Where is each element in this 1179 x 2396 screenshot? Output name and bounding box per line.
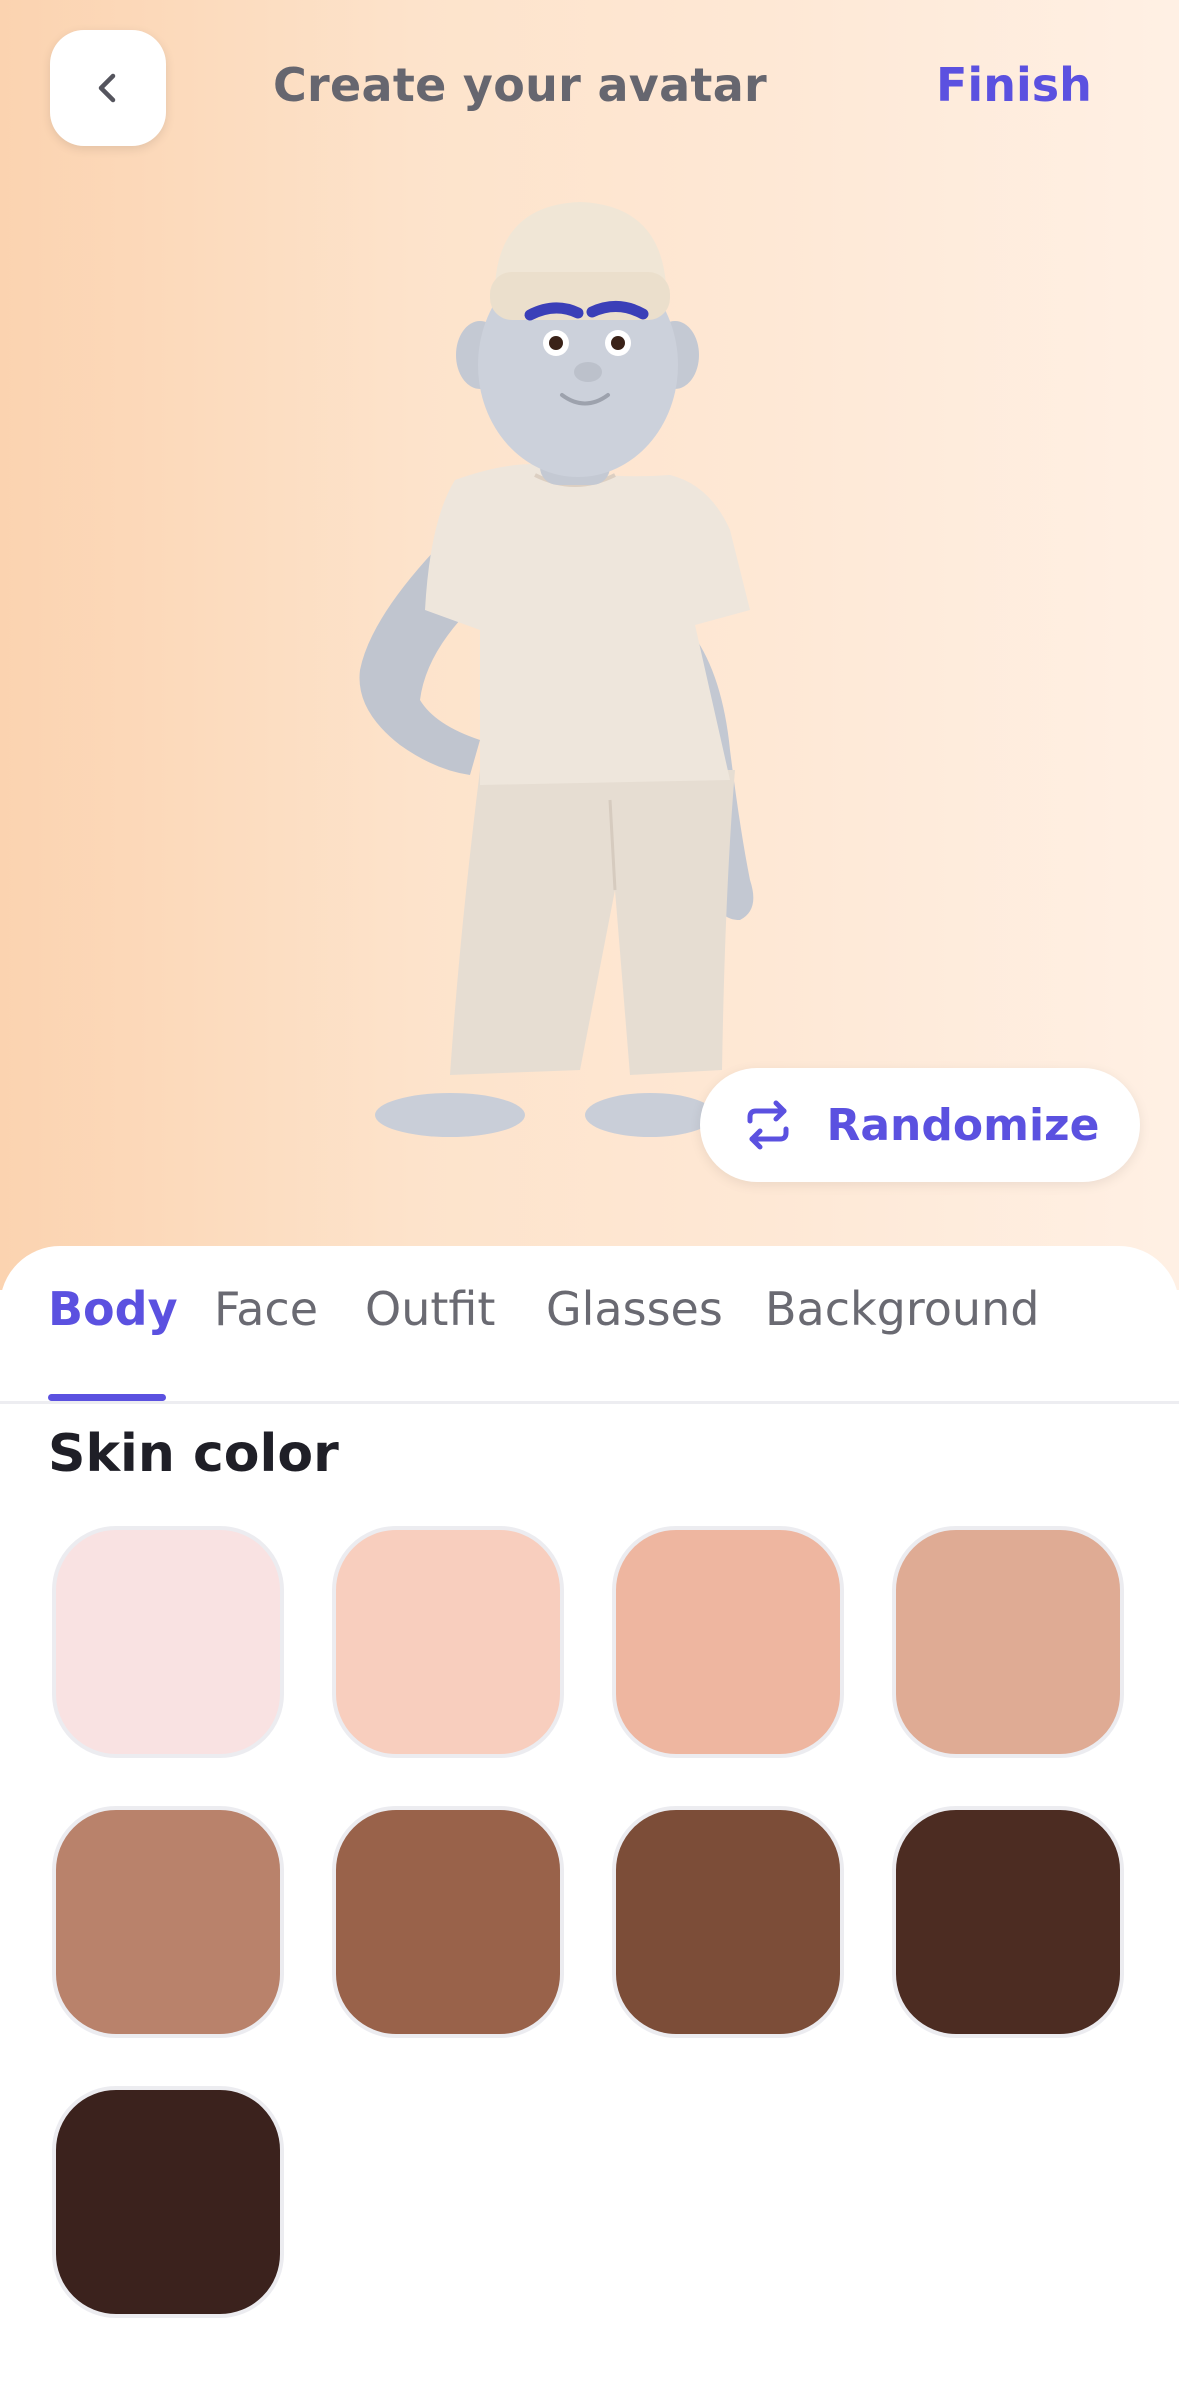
avatar-figure <box>330 190 810 1150</box>
skin-color-swatch[interactable] <box>612 1526 844 1758</box>
tabs-divider <box>0 1401 1179 1404</box>
skin-color-swatch[interactable] <box>612 1806 844 2038</box>
skin-color-swatch[interactable] <box>332 1806 564 2038</box>
tab-background[interactable]: Background <box>765 1282 1039 1336</box>
skin-color-swatch[interactable] <box>52 2086 284 2318</box>
skin-color-swatch[interactable] <box>332 1526 564 1758</box>
finish-button[interactable]: Finish <box>936 58 1092 112</box>
tab-body[interactable]: Body <box>48 1282 178 1336</box>
tab-glasses[interactable]: Glasses <box>546 1282 723 1336</box>
skin-color-swatch[interactable] <box>892 1806 1124 2038</box>
avatar-preview: Create your avatar Finish Randomize <box>0 0 1179 1290</box>
skin-color-swatch[interactable] <box>892 1526 1124 1758</box>
skin-color-heading: Skin color <box>48 1424 339 1484</box>
tab-face[interactable]: Face <box>214 1282 318 1336</box>
tab-outfit[interactable]: Outfit <box>365 1282 495 1336</box>
customization-panel: Body Face Outfit Glasses Background Skin… <box>0 1246 1179 2396</box>
randomize-button[interactable]: Randomize <box>700 1068 1140 1182</box>
skin-color-swatch[interactable] <box>52 1526 284 1758</box>
active-tab-indicator <box>48 1394 166 1401</box>
randomize-label: Randomize <box>826 1099 1100 1151</box>
page-title: Create your avatar <box>272 58 768 112</box>
category-tabs: Body Face Outfit Glasses Background <box>0 1282 1179 1404</box>
shuffle-arrows-icon <box>747 1100 789 1150</box>
skin-color-swatch[interactable] <box>52 1806 284 2038</box>
